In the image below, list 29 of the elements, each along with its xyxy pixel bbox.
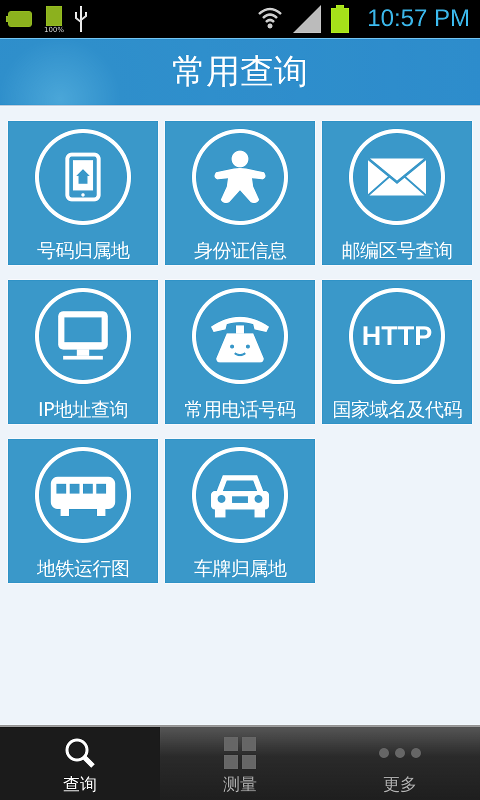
battery-icon [331,5,350,33]
query-tile[interactable]: IP地址查询 [8,280,158,424]
query-tile[interactable]: 身份证信息 [165,121,315,265]
battery-icon [6,9,34,29]
query-tile[interactable]: 邮编区号查询 [322,121,472,265]
tile-label: 邮编区号查询 [342,239,452,264]
tile-label: 身份证信息 [194,239,286,264]
nav-tab[interactable]: 测量 [160,727,320,800]
nav-tab[interactable]: 查询 [0,727,160,800]
signal-icon [293,5,322,33]
nav-tab[interactable]: 更多 [320,727,480,800]
query-tile[interactable]: 地铁运行图 [8,439,158,583]
query-tile[interactable]: 常用电话号码 [165,280,315,424]
grid-icon [224,737,256,769]
usb-icon [74,6,88,32]
query-tile[interactable]: 号码归属地 [8,121,158,265]
query-tile[interactable]: HTTP 国家域名及代码 [322,280,472,424]
tile-label: 常用电话号码 [184,398,296,423]
tile-label: 号码归属地 [36,239,130,264]
tile-label: 国家域名及代码 [332,398,462,423]
page-title: 常用查询 [172,51,308,94]
tile-label: IP地址查询 [38,398,128,423]
tile-label: 地铁运行图 [36,557,130,582]
clock-time: 10:57 PM [367,5,470,33]
search-icon [64,737,96,769]
query-tile[interactable]: 车牌归属地 [165,439,315,583]
tile-label: 车牌归属地 [194,557,286,582]
battery-icon [46,4,62,26]
icon-text: HTTP [362,320,432,352]
